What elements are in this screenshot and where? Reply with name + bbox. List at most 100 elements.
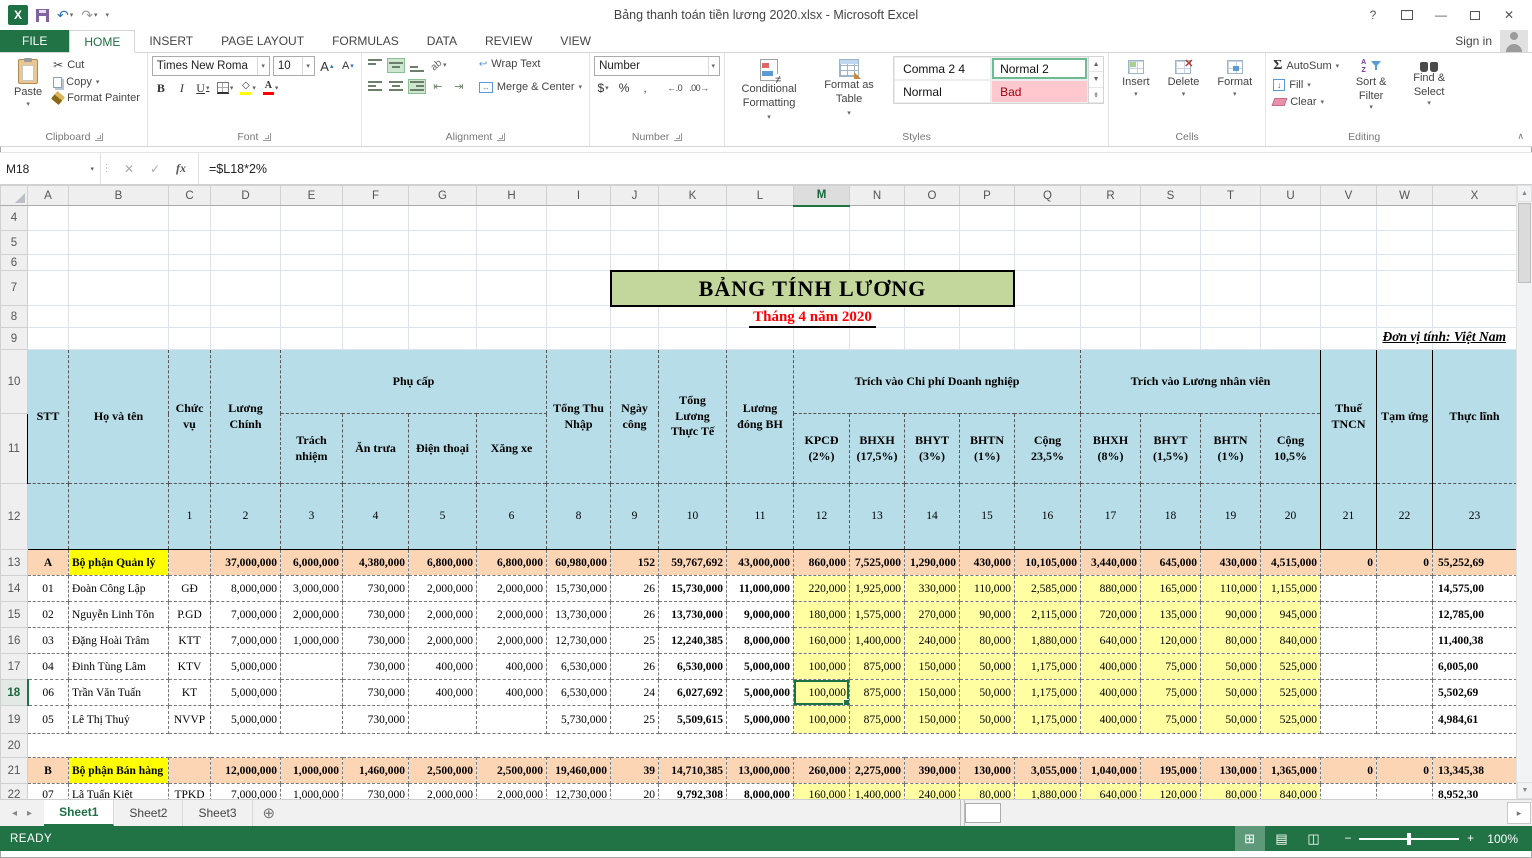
cell[interactable]: [343, 255, 409, 271]
cell-role[interactable]: [169, 758, 211, 784]
cell[interactable]: [960, 231, 1015, 255]
cell[interactable]: 880,000: [1081, 576, 1141, 602]
cell[interactable]: 12,730,000: [547, 628, 611, 654]
cell[interactable]: 640,000: [1081, 628, 1141, 654]
cell[interactable]: 50,000: [1201, 654, 1261, 680]
cell[interactable]: 50,000: [1201, 680, 1261, 706]
cell[interactable]: 25: [611, 628, 659, 654]
normal-view-button[interactable]: ⊞: [1235, 826, 1265, 851]
cell[interactable]: [28, 231, 69, 255]
cell[interactable]: [211, 328, 281, 350]
cell[interactable]: 4,380,000: [343, 550, 409, 576]
cell[interactable]: 12,240,385: [659, 628, 727, 654]
cell[interactable]: [547, 206, 611, 231]
cell[interactable]: 3,055,000: [1015, 758, 1081, 784]
row-header[interactable]: 14: [1, 576, 28, 602]
header-sub[interactable]: BHXH (17,5%): [850, 414, 905, 484]
cell[interactable]: [1321, 784, 1377, 800]
cell[interactable]: [1377, 602, 1433, 628]
cell[interactable]: 2,585,000: [1015, 576, 1081, 602]
ribbon-tab-insert[interactable]: INSERT: [135, 30, 207, 52]
cell[interactable]: 12,730,000: [547, 784, 611, 800]
cell[interactable]: 100,000: [794, 706, 850, 734]
cell[interactable]: 26: [611, 654, 659, 680]
cell[interactable]: [477, 206, 547, 231]
header-sub[interactable]: Cộng 10,5%: [1261, 414, 1321, 484]
column-header[interactable]: A: [28, 186, 69, 206]
cell[interactable]: [169, 328, 211, 350]
column-header[interactable]: S: [1141, 186, 1201, 206]
cell-name[interactable]: Đặng Hoài Trâm: [69, 628, 169, 654]
cell[interactable]: [1321, 680, 1377, 706]
cell[interactable]: 840,000: [1261, 628, 1321, 654]
cell[interactable]: [28, 328, 69, 350]
cell[interactable]: 6,530,000: [547, 680, 611, 706]
cancel-entry-button[interactable]: ✕: [116, 162, 142, 176]
cell[interactable]: 80,000: [960, 628, 1015, 654]
cell[interactable]: 7,000,000: [211, 602, 281, 628]
cell[interactable]: [409, 206, 477, 231]
column-header[interactable]: G: [409, 186, 477, 206]
cell[interactable]: 390,000: [905, 758, 960, 784]
cell[interactable]: 90,000: [960, 602, 1015, 628]
header-name[interactable]: Họ và tên: [69, 350, 169, 484]
cell[interactable]: 6,800,000: [477, 550, 547, 576]
cell[interactable]: 240,000: [905, 784, 960, 800]
cell[interactable]: 20: [611, 784, 659, 800]
cell[interactable]: [1141, 734, 1201, 758]
page-layout-view-button[interactable]: ▤: [1267, 826, 1297, 851]
cell[interactable]: 14,710,385: [659, 758, 727, 784]
cell[interactable]: [1321, 306, 1377, 328]
cell[interactable]: [409, 306, 477, 328]
cell[interactable]: 165,000: [1141, 576, 1201, 602]
cell[interactable]: 50,000: [960, 680, 1015, 706]
header-advance[interactable]: Tạm ứng: [1377, 350, 1433, 484]
column-header[interactable]: R: [1081, 186, 1141, 206]
cell[interactable]: [611, 255, 659, 271]
cell-stt[interactable]: B: [28, 758, 69, 784]
cell[interactable]: 7,525,000: [850, 550, 905, 576]
column-header[interactable]: P: [960, 186, 1015, 206]
header-sub[interactable]: BHXH (8%): [1081, 414, 1141, 484]
cell[interactable]: 80,000: [1201, 628, 1261, 654]
cell[interactable]: [409, 328, 477, 350]
cell[interactable]: [905, 231, 960, 255]
cell[interactable]: 110,000: [1201, 576, 1261, 602]
row-header[interactable]: 4: [1, 206, 28, 231]
cell[interactable]: 2,000,000: [477, 602, 547, 628]
ribbon-tab-data[interactable]: DATA: [413, 30, 471, 52]
header-total-income[interactable]: Tổng Thu Nhập: [547, 350, 611, 484]
cell[interactable]: [281, 206, 343, 231]
percent-style-button[interactable]: %: [615, 79, 633, 97]
cell[interactable]: 5,000,000: [211, 680, 281, 706]
column-number-cell[interactable]: 11: [727, 484, 794, 550]
header-sub[interactable]: Điện thoại: [409, 414, 477, 484]
cell[interactable]: [1377, 706, 1433, 734]
font-color-button[interactable]: A▾: [261, 79, 281, 97]
sheet-nav-left-icon[interactable]: ◂: [12, 808, 17, 819]
cell-role[interactable]: KTV: [169, 654, 211, 680]
formula-bar-handle[interactable]: ⋮: [100, 153, 112, 184]
cell[interactable]: [1321, 706, 1377, 734]
cell[interactable]: 730,000: [343, 628, 409, 654]
cell[interactable]: [343, 328, 409, 350]
cell-role[interactable]: KTT: [169, 628, 211, 654]
cell[interactable]: 400,000: [477, 654, 547, 680]
cell[interactable]: 5,000,000: [727, 706, 794, 734]
cell[interactable]: 1,400,000: [850, 628, 905, 654]
row-header[interactable]: 22: [1, 784, 28, 800]
column-header[interactable]: J: [611, 186, 659, 206]
cell[interactable]: 640,000: [1081, 784, 1141, 800]
cell[interactable]: 8,000,000: [211, 576, 281, 602]
row-header[interactable]: 8: [1, 306, 28, 328]
cell[interactable]: [281, 654, 343, 680]
cell[interactable]: [1377, 231, 1433, 255]
style-item[interactable]: Normal: [894, 80, 991, 103]
cell[interactable]: 13,730,000: [659, 602, 727, 628]
header-tax[interactable]: Thuế TNCN: [1321, 350, 1377, 484]
cell[interactable]: [1081, 734, 1141, 758]
column-number-cell[interactable]: 15: [960, 484, 1015, 550]
column-header[interactable]: H: [477, 186, 547, 206]
header-sub[interactable]: Trách nhiệm: [281, 414, 343, 484]
cell[interactable]: [1433, 255, 1517, 271]
